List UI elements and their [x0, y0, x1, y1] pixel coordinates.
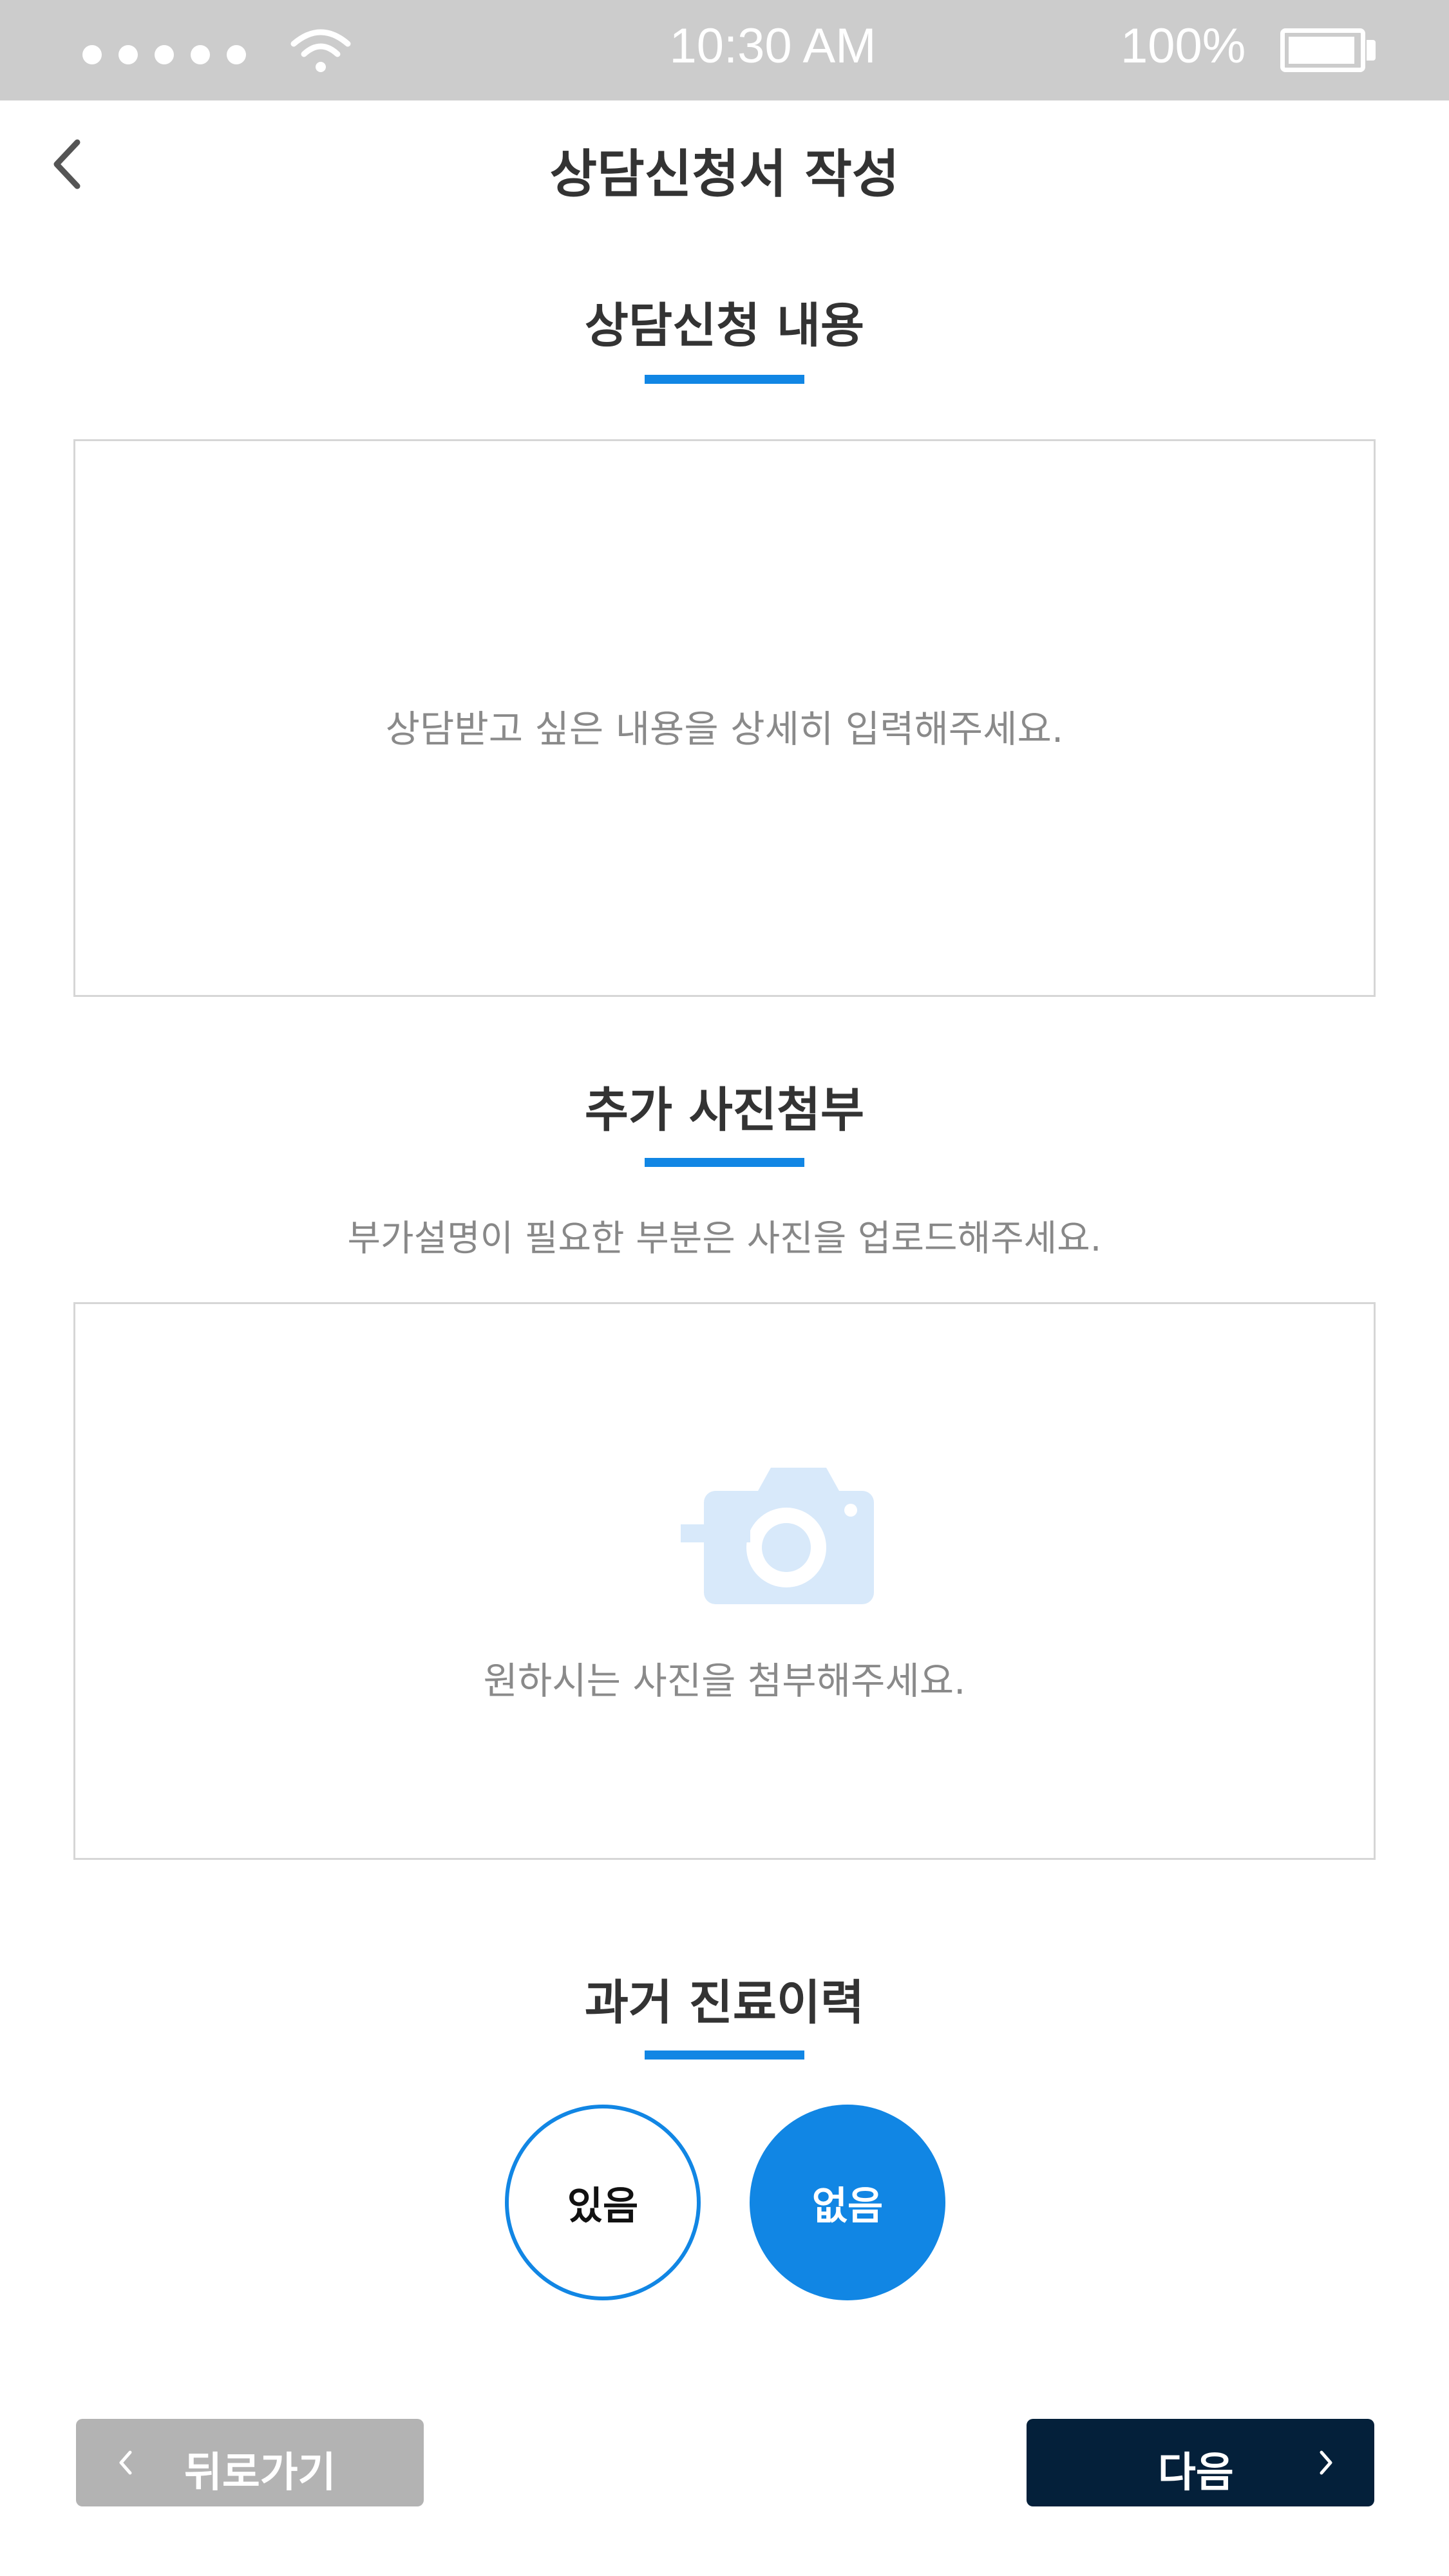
signal-dots-icon: [82, 45, 246, 64]
history-section-title: 과거 진료이력: [584, 1975, 865, 2031]
status-bar: 10:30 AM 100%: [0, 0, 1449, 100]
page-title: 상담신청서 작성: [549, 144, 900, 204]
photo-upload-area[interactable]: 원하시는 사진을 첨부해주세요.: [73, 1302, 1376, 1860]
battery-icon: [1280, 28, 1365, 72]
chevron-right-icon: [1320, 2450, 1332, 2475]
status-time: 10:30 AM: [669, 19, 876, 73]
content-section-title: 상담신청 내용: [584, 298, 865, 354]
chevron-left-icon: [119, 2450, 132, 2475]
photo-upload-text: 원하시는 사진을 첨부해주세요.: [483, 1659, 966, 1703]
wifi-icon: [290, 29, 351, 72]
history-section-underline: [645, 2050, 804, 2060]
next-button-label: 다음: [1158, 2449, 1234, 2497]
history-option-yes-label: 있음: [567, 2183, 639, 2229]
back-button-label: 뒤로가기: [184, 2449, 336, 2497]
back-button[interactable]: 뒤로가기: [76, 2419, 424, 2506]
camera-add-icon: [681, 1468, 874, 1604]
history-option-no[interactable]: 없음: [750, 2105, 945, 2300]
consultation-text-input[interactable]: 상담받고 싶은 내용을 상세히 입력해주세요.: [73, 439, 1376, 997]
consultation-form-screen: 10:30 AM 100% 상담신청서 작성 상담신청 내용 상담받고 싶은 내…: [0, 0, 1449, 2576]
content-section-underline: [645, 375, 804, 384]
history-option-yes[interactable]: 있음: [505, 2105, 701, 2300]
history-option-no-label: 없음: [811, 2183, 884, 2229]
battery-percent: 100%: [1121, 19, 1246, 73]
photo-section-underline: [645, 1158, 804, 1167]
photo-section-title: 추가 사진첨부: [584, 1083, 865, 1138]
battery-nub: [1367, 40, 1376, 61]
photo-section-description: 부가설명이 필요한 부분은 사진을 업로드해주세요.: [347, 1218, 1102, 1260]
content-placeholder: 상담받고 싶은 내용을 상세히 입력해주세요.: [385, 707, 1064, 751]
next-button[interactable]: 다음: [1027, 2419, 1374, 2506]
